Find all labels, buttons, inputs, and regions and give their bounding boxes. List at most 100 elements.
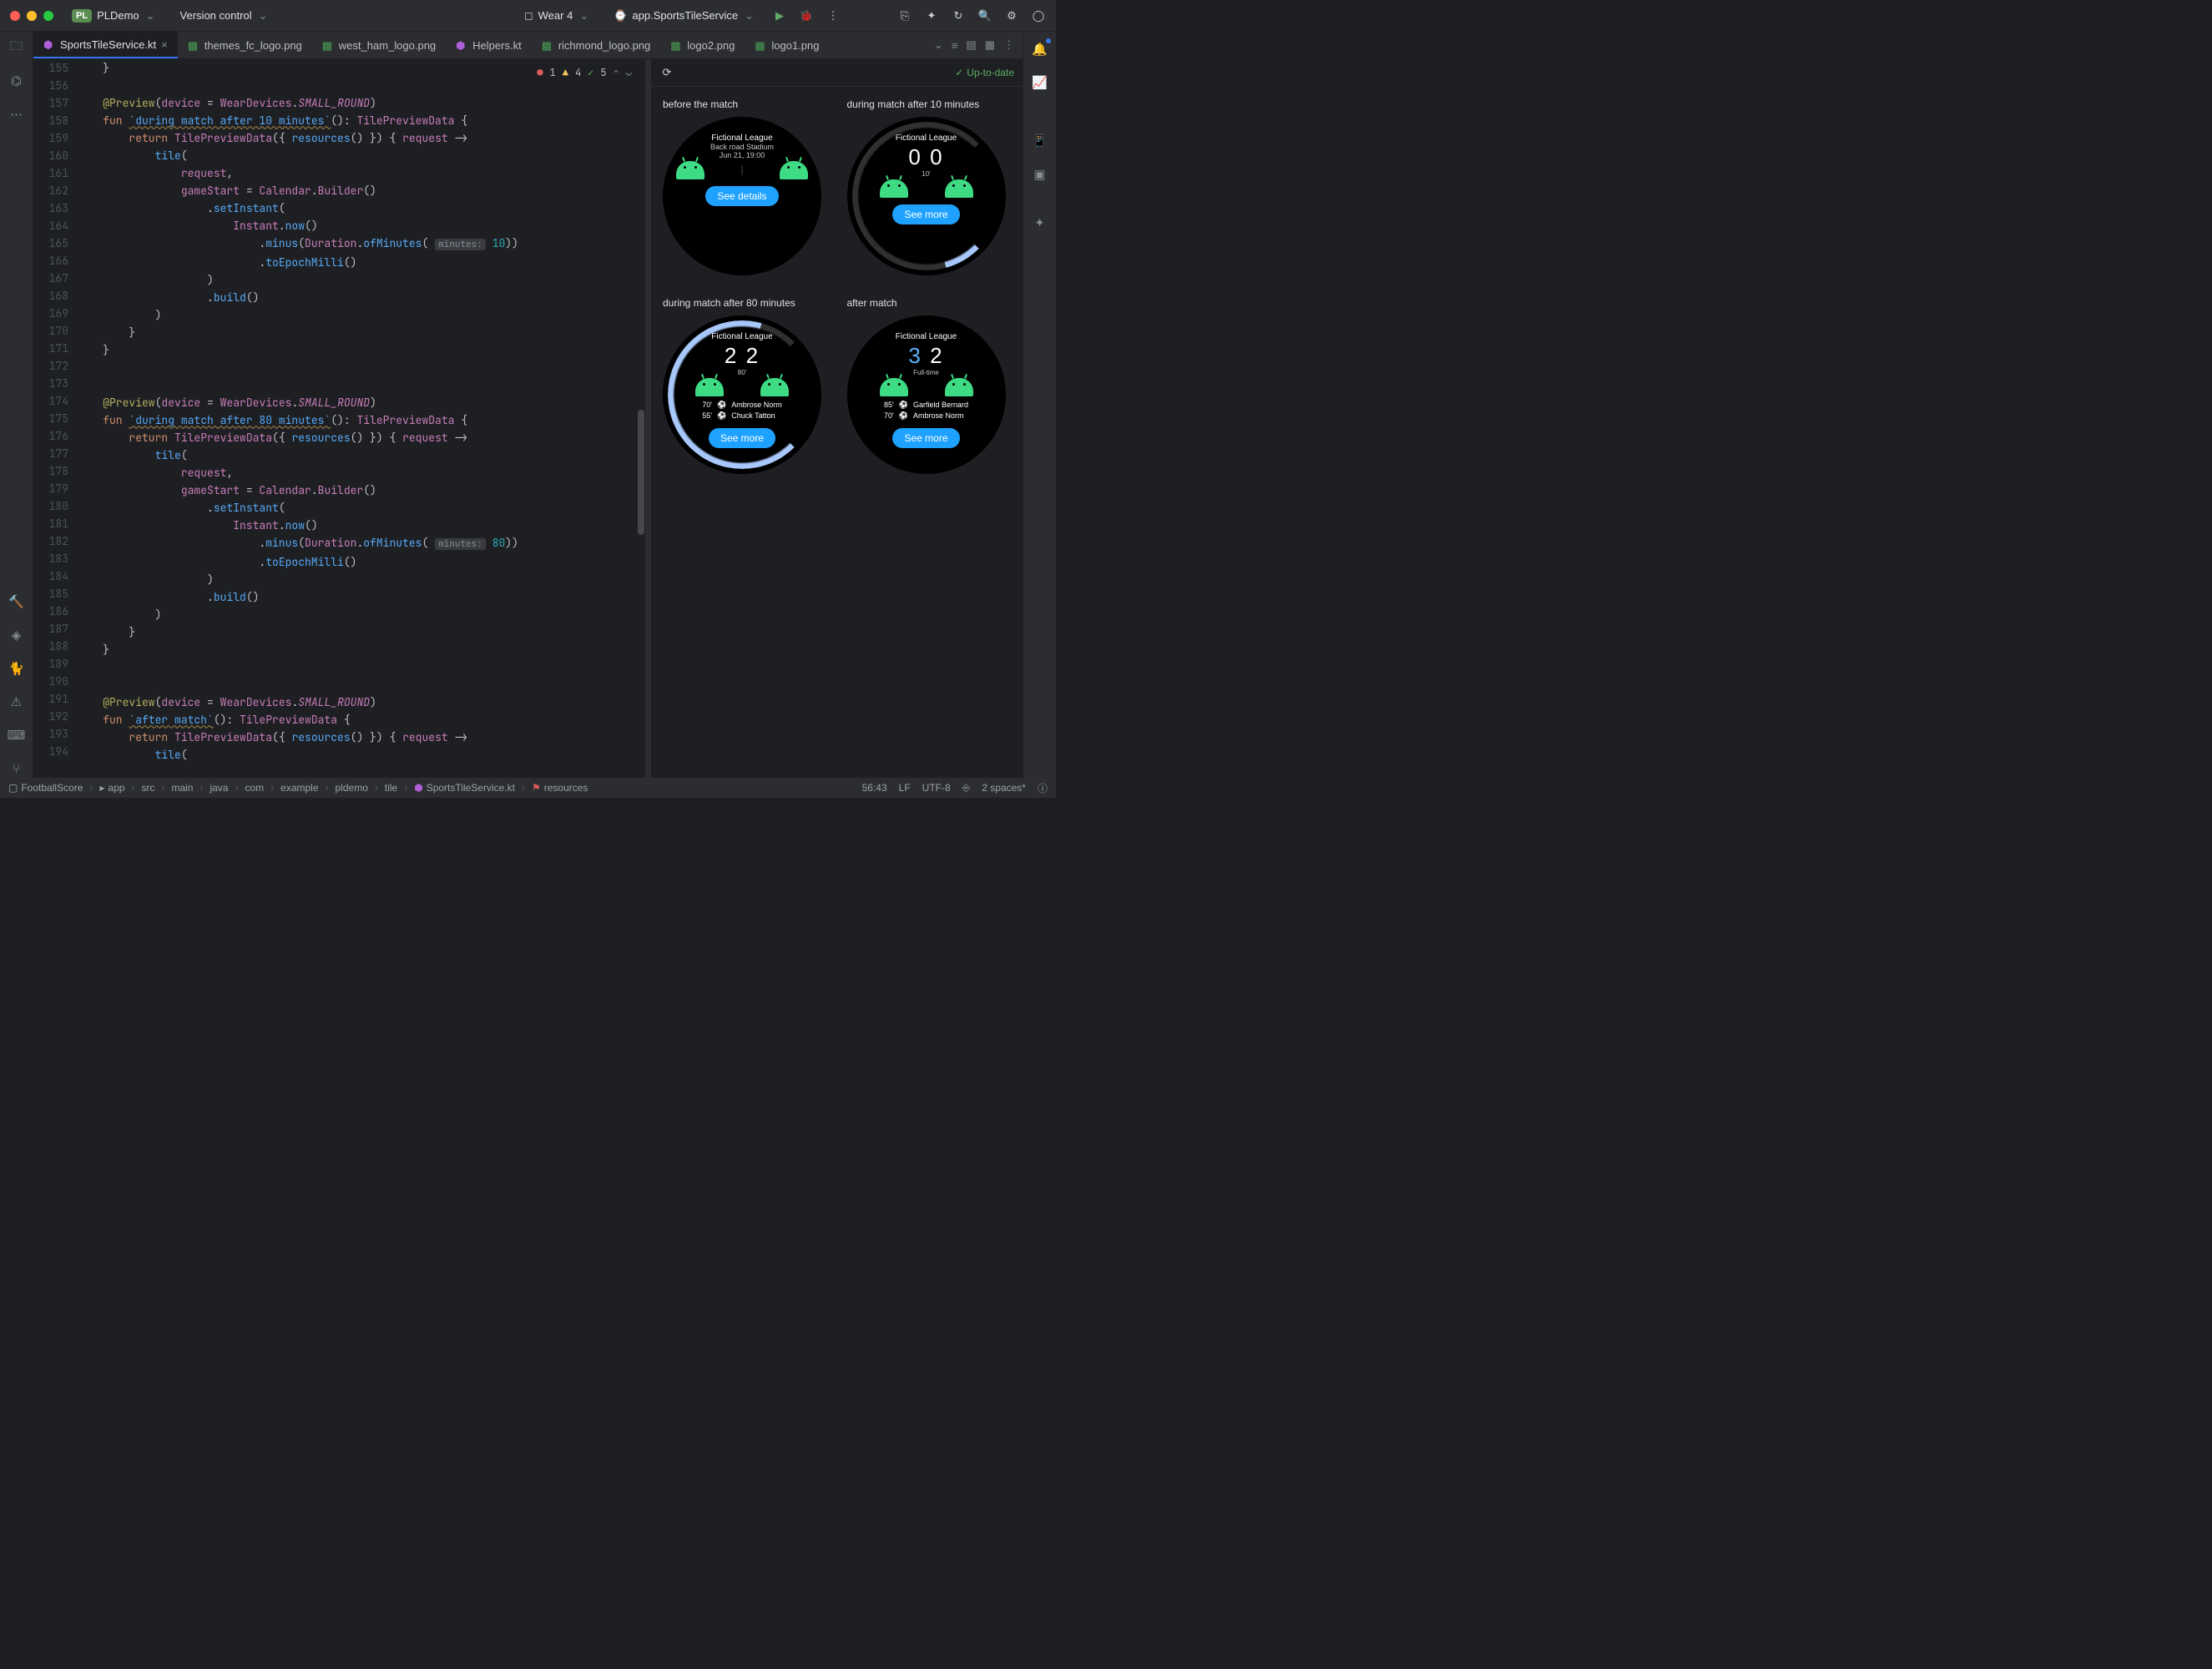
list-view-icon[interactable]: ≡ [952, 39, 958, 52]
next-highlight-icon[interactable]: ⌄ [626, 64, 632, 82]
search-icon[interactable]: 🔍 [977, 8, 992, 23]
caret-position[interactable]: 56:43 [862, 782, 887, 794]
breadcrumb-item[interactable]: main [171, 782, 193, 794]
readonly-icon[interactable]: ⎆ [962, 782, 971, 794]
editor-tabs: ⬢SportsTileService.kt×▩themes_fc_logo.pn… [33, 32, 1023, 59]
line-gutter[interactable]: 155 156 157 158 159 160 161 162 163 164 … [33, 59, 77, 778]
chevron-down-icon[interactable]: ⌄ [934, 38, 943, 52]
project-tool-icon[interactable]: 🗀 [8, 38, 26, 57]
run-button[interactable]: ▶ [772, 8, 787, 23]
tab-label: west_ham_logo.png [339, 39, 436, 52]
terminal-tool-icon[interactable]: ⌨ [8, 726, 26, 744]
editor-tab[interactable]: ▩richmond_logo.png [532, 32, 661, 58]
breadcrumb-item[interactable]: SportsTileService.kt [427, 782, 515, 794]
window-controls[interactable] [10, 11, 53, 21]
preview-tile[interactable]: after matchFictional League3 2Full-time8… [847, 297, 1012, 474]
device-manager-icon[interactable]: 📱 [1031, 132, 1049, 150]
preview-tile[interactable]: during match after 80 minutes Fictional L… [663, 297, 827, 474]
preview-label: during match after 10 minutes [847, 98, 1012, 110]
updates-icon[interactable]: ✦ [924, 8, 939, 23]
ai-assistant-icon[interactable]: ✦ [1031, 214, 1049, 232]
chevron-down-icon [144, 9, 155, 23]
gradle-tool-icon[interactable]: 📈 [1031, 73, 1049, 92]
debug-button[interactable]: 🐞 [799, 8, 814, 23]
breadcrumb-item[interactable]: src [141, 782, 154, 794]
preview-refresh-icon[interactable]: ⟳ [659, 65, 674, 80]
bookmarks-tool-icon[interactable]: ◈ [8, 626, 26, 644]
notifications-icon[interactable]: 🔔 [1031, 40, 1049, 58]
editor-tab[interactable]: ▩ west_ham_logo.png [312, 32, 446, 58]
action-button[interactable]: See more [892, 428, 959, 448]
emulator-icon[interactable]: ▣ [1031, 165, 1049, 184]
breadcrumb-item[interactable]: resources [544, 782, 588, 794]
more-icon[interactable]: ⋮ [1003, 38, 1014, 52]
breadcrumb-item[interactable]: java [210, 782, 228, 794]
preview-label: after match [847, 297, 1012, 309]
project-name: PLDemo [97, 9, 139, 22]
preview-tile[interactable]: before the matchFictional LeagueBack roa… [663, 98, 827, 275]
preview-status: ✓Up-to-date [955, 67, 1014, 78]
run-config-selector[interactable]: ⌚ app.SportsTileService [607, 7, 760, 25]
inspections-widget[interactable]: ●1 ▲4 ✓5 ⌃ ⌄ [537, 64, 632, 82]
editor-tab[interactable]: ▩logo1.png [745, 32, 829, 58]
more-actions[interactable]: ⋮ [826, 8, 841, 23]
android-icon [760, 378, 789, 396]
action-button[interactable]: See details [705, 186, 778, 206]
split-view-icon[interactable]: ▤ [966, 38, 976, 52]
android-icon [695, 378, 724, 396]
preview-tile[interactable]: during match after 10 minutesFictional L… [847, 98, 1012, 275]
more-tool-icon[interactable]: ⋯ [8, 105, 26, 124]
breadcrumb-item[interactable]: pldemo [336, 782, 368, 794]
device-selector[interactable]: ◻ Wear 4 [518, 7, 595, 25]
preview-label: during match after 80 minutes [663, 297, 827, 309]
breadcrumb-icon: ▸ [99, 782, 104, 794]
git-tool-icon[interactable]: ⑂ [8, 759, 26, 778]
prev-highlight-icon[interactable]: ⌃ [614, 64, 619, 82]
breadcrumb-item[interactable]: com [245, 782, 264, 794]
line-ending[interactable]: LF [899, 782, 911, 794]
sync-icon[interactable]: ↻ [951, 8, 966, 23]
design-view-icon[interactable]: ▦ [985, 38, 995, 52]
memory-indicator[interactable]: ⓘ [1038, 781, 1048, 795]
services-tool-icon[interactable]: 🐈 [8, 659, 26, 678]
breadcrumb-icon: ⚑ [532, 782, 541, 794]
android-icon [945, 378, 973, 396]
problems-tool-icon[interactable]: ⚠ [8, 693, 26, 711]
breadcrumb-item[interactable]: app [108, 782, 124, 794]
android-icon [780, 161, 808, 179]
tab-label: Helpers.kt [472, 39, 522, 52]
android-icon [880, 378, 908, 396]
breadcrumb-item[interactable]: FootballScore [21, 782, 83, 794]
watch-face: Fictional League2 280'70'⚽Ambrose Norm55… [663, 315, 821, 474]
kotlin-file-icon: ⬢ [456, 39, 467, 51]
editor-tab[interactable]: ⬢SportsTileService.kt× [33, 32, 178, 58]
breadcrumb-item[interactable]: example [280, 782, 318, 794]
settings-icon[interactable]: ⚙ [1004, 8, 1019, 23]
editor-tab[interactable]: ⬢ Helpers.kt [446, 32, 532, 58]
vcs-widget[interactable]: Version control [174, 7, 275, 25]
code-area[interactable]: } @Preview(device = WearDevices.SMALL_RO… [77, 59, 645, 778]
image-file-icon: ▩ [670, 39, 682, 51]
close-window[interactable] [10, 11, 20, 21]
account-icon[interactable]: ◯ [1031, 8, 1046, 23]
file-encoding[interactable]: UTF-8 [922, 782, 951, 794]
project-badge: PL [72, 9, 92, 23]
editor-tab[interactable]: ▩themes_fc_logo.png [178, 32, 312, 58]
build-tool-icon[interactable]: 🔨 [8, 592, 26, 611]
breadcrumbs[interactable]: ▢FootballScore›▸app›src›main›java›com›ex… [8, 782, 588, 794]
code-with-me-icon[interactable]: ⎘ [897, 8, 912, 23]
zoom-window[interactable] [43, 11, 53, 21]
breadcrumb-item[interactable]: tile [385, 782, 397, 794]
image-file-icon: ▩ [322, 39, 334, 51]
editor-tab[interactable]: ▩logo2.png [660, 32, 745, 58]
breadcrumb-icon: ▢ [8, 782, 18, 794]
indent-widget[interactable]: 2 spaces* [982, 782, 1026, 794]
chevron-down-icon [743, 9, 754, 23]
project-selector[interactable]: PL PLDemo [65, 7, 162, 25]
close-icon[interactable]: × [161, 38, 168, 51]
code-editor[interactable]: ●1 ▲4 ✓5 ⌃ ⌄ 155 156 157 158 159 160 161… [33, 59, 645, 778]
pane-splitter[interactable] [645, 59, 651, 778]
minimize-window[interactable] [27, 11, 37, 21]
structure-tool-icon[interactable]: ⌬ [8, 72, 26, 90]
scrollbar-thumb[interactable] [638, 410, 644, 535]
